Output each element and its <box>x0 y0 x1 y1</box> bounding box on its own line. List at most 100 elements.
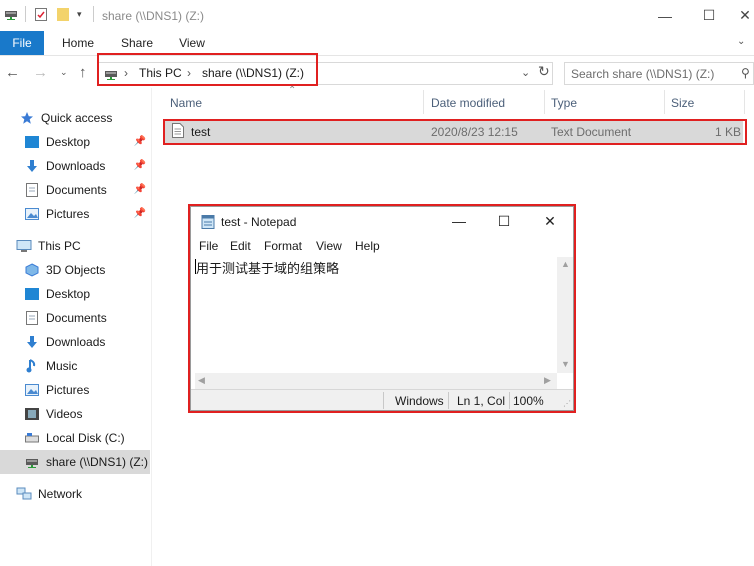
column-divider[interactable] <box>544 90 545 114</box>
notepad-content: 用于测试基于域的组策略 <box>196 262 340 277</box>
tab-home[interactable]: Home <box>54 31 102 55</box>
address-dropdown-icon[interactable]: ⌄ <box>521 66 530 79</box>
nav-item-videos[interactable]: Videos <box>0 402 150 426</box>
hard-disk-icon <box>24 430 40 446</box>
tab-file[interactable]: File <box>0 31 44 55</box>
menu-help[interactable]: Help <box>355 239 380 253</box>
pin-icon[interactable]: 📌 <box>134 136 146 147</box>
notepad-text-area[interactable]: 用于测试基于域的组策略 <box>195 257 558 373</box>
status-divider <box>509 392 510 409</box>
nav-label: Desktop <box>46 135 91 149</box>
divider <box>93 6 94 22</box>
sort-ascending-icon: ⌃ <box>288 85 297 96</box>
back-arrow-icon[interactable]: ← <box>5 64 20 81</box>
file-name: test <box>191 125 211 139</box>
nav-item-pictures[interactable]: Pictures <box>0 378 150 402</box>
tab-view[interactable]: View <box>170 31 214 55</box>
nav-item-3d-objects[interactable]: 3D Objects <box>0 258 150 282</box>
pin-icon[interactable]: 📌 <box>134 208 146 219</box>
document-icon <box>24 310 40 326</box>
menu-file[interactable]: File <box>199 239 218 253</box>
nav-item-documents-quick[interactable]: Documents 📌 <box>0 178 150 202</box>
window-title: share (\\DNS1) (Z:) <box>102 9 205 23</box>
nav-item-downloads-quick[interactable]: Downloads 📌 <box>0 154 150 178</box>
nav-item-pictures-quick[interactable]: Pictures 📌 <box>0 202 150 226</box>
nav-label: Downloads <box>46 335 106 349</box>
scroll-up-icon[interactable]: ▲ <box>561 259 570 269</box>
recent-locations-icon[interactable]: ⌄ <box>60 67 68 78</box>
scroll-down-icon[interactable]: ▼ <box>561 359 570 369</box>
search-box[interactable]: ⚲ <box>564 62 754 85</box>
maximize-button[interactable]: ☐ <box>686 0 732 31</box>
menu-format[interactable]: Format <box>264 239 302 253</box>
nav-label: Network <box>38 487 83 501</box>
drive-icon <box>4 7 18 24</box>
scroll-left-icon[interactable]: ◀ <box>198 375 205 386</box>
breadcrumb-share[interactable]: share (\\DNS1) (Z:) <box>202 66 304 80</box>
new-folder-icon[interactable] <box>56 7 70 25</box>
nav-network[interactable]: Network <box>0 482 150 506</box>
close-button[interactable]: ✕ <box>730 0 754 31</box>
file-size: 1 KB <box>715 125 742 139</box>
status-divider <box>448 392 449 409</box>
nav-item-desktop[interactable]: Desktop <box>0 282 150 306</box>
customize-quick-access-icon[interactable]: ▾ <box>77 9 82 20</box>
document-icon <box>24 182 40 198</box>
notepad-maximize-button[interactable]: ☐ <box>481 207 527 235</box>
column-header-name[interactable]: Name <box>170 96 202 110</box>
nav-label: This PC <box>38 239 81 253</box>
nav-label: Desktop <box>46 287 91 301</box>
menu-view[interactable]: View <box>316 239 342 253</box>
address-bar[interactable]: › This PC › share (\\DNS1) (Z:) ⌄ <box>98 62 553 85</box>
column-header-type[interactable]: Type <box>551 96 577 110</box>
nav-label: share (\\DNS1) (Z:) <box>46 455 149 469</box>
column-header-date[interactable]: Date modified <box>431 96 505 110</box>
minimize-button[interactable]: — <box>642 0 688 31</box>
network-icon <box>16 486 32 502</box>
nav-item-documents[interactable]: Documents <box>0 306 150 330</box>
nav-item-desktop-quick[interactable]: Desktop 📌 <box>0 130 150 154</box>
maximize-icon: ☐ <box>497 212 511 229</box>
nav-item-downloads[interactable]: Downloads <box>0 330 150 354</box>
nav-label: Quick access <box>41 111 113 125</box>
up-arrow-icon[interactable]: ↑ <box>79 64 87 81</box>
minimize-icon: — <box>658 7 672 24</box>
nav-item-music[interactable]: Music <box>0 354 150 378</box>
expand-ribbon-icon[interactable]: ⌄ <box>737 36 745 47</box>
breadcrumb-this-pc[interactable]: This PC <box>139 66 182 80</box>
nav-item-local-disk[interactable]: Local Disk (C:) <box>0 426 150 450</box>
properties-icon[interactable] <box>34 7 48 25</box>
scroll-right-icon[interactable]: ▶ <box>544 375 551 386</box>
notepad-window: test - Notepad — ☐ ✕ File Edit Format Vi… <box>190 206 574 411</box>
search-icon[interactable]: ⚲ <box>741 66 750 80</box>
notepad-minimize-button[interactable]: — <box>436 207 482 235</box>
column-divider[interactable] <box>744 90 745 114</box>
desktop-icon <box>24 286 40 302</box>
resize-grip-icon[interactable]: ⋰ <box>563 399 571 408</box>
column-header-size[interactable]: Size <box>671 96 694 110</box>
nav-quick-access[interactable]: Quick access <box>0 106 150 130</box>
nav-item-share-drive[interactable]: share (\\DNS1) (Z:) <box>0 450 150 474</box>
pin-icon[interactable]: 📌 <box>134 184 146 195</box>
forward-arrow-icon[interactable]: → <box>33 64 48 81</box>
menu-edit[interactable]: Edit <box>230 239 251 253</box>
notepad-close-button[interactable]: ✕ <box>527 207 573 235</box>
pin-icon[interactable]: 📌 <box>134 160 146 171</box>
vertical-scrollbar[interactable]: ▲ ▼ <box>557 257 573 373</box>
pictures-icon <box>24 382 40 398</box>
minimize-icon: — <box>452 213 466 229</box>
column-divider[interactable] <box>664 90 665 114</box>
star-icon <box>19 110 35 126</box>
column-divider[interactable] <box>423 90 424 114</box>
search-input[interactable] <box>571 65 736 82</box>
nav-label: Pictures <box>46 207 90 221</box>
address-row: ← → ⌄ ↑ › This PC › share (\\DNS1) (Z:) … <box>0 56 754 88</box>
table-row[interactable]: test 2020/8/23 12:15 Text Document 1 KB <box>163 121 743 143</box>
nav-label: Music <box>46 359 78 373</box>
refresh-icon[interactable]: ↻ <box>538 63 550 80</box>
tab-share[interactable]: Share <box>114 31 160 55</box>
status-divider <box>383 392 384 409</box>
status-encoding: Windows <box>395 394 444 408</box>
nav-this-pc[interactable]: This PC <box>0 234 150 258</box>
horizontal-scrollbar[interactable]: ◀ ▶ <box>195 373 557 389</box>
